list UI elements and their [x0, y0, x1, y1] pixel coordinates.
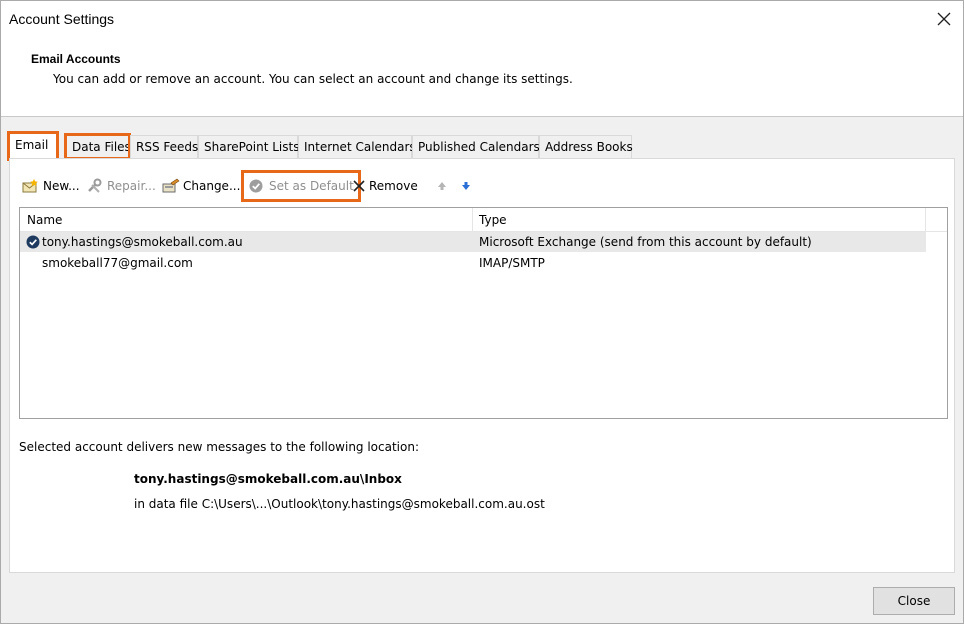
close-button[interactable]: Close	[873, 587, 955, 615]
set-as-default-button[interactable]: Set as Default	[241, 170, 361, 202]
email-tab-panel: New... Repair... Change... Set as Defaul…	[9, 158, 955, 573]
move-up-icon[interactable]	[436, 175, 448, 197]
tab-email[interactable]: Email	[7, 131, 59, 161]
account-settings-dialog: Account Settings Email Accounts You can …	[0, 0, 964, 624]
tab-address-books[interactable]: Address Books	[539, 135, 633, 158]
default-account-check-icon	[26, 235, 40, 249]
account-name: smokeball77@gmail.com	[42, 256, 193, 270]
change-settings-icon	[162, 178, 180, 194]
column-header-type[interactable]: Type	[479, 213, 507, 227]
delivery-data-file: in data file C:\Users\...\Outlook\tony.h…	[134, 497, 545, 511]
header-description: You can add or remove an account. You ca…	[53, 72, 573, 86]
title-bar: Account Settings	[1, 1, 963, 39]
move-down-icon[interactable]	[460, 175, 472, 197]
account-row[interactable]: smokeball77@gmail.com IMAP/SMTP	[20, 253, 926, 273]
tab-rss-feeds[interactable]: RSS Feeds	[130, 135, 198, 158]
repair-button[interactable]: Repair...	[86, 175, 156, 197]
close-button-label: Close	[897, 594, 931, 608]
accounts-list: Name Type tony.hastings@smokeball.com.au…	[19, 207, 948, 419]
header-title: Email Accounts	[31, 52, 121, 66]
tab-data-files[interactable]: Data Files	[64, 133, 131, 160]
list-header: Name Type	[20, 208, 947, 232]
account-type: IMAP/SMTP	[479, 256, 545, 270]
remove-x-icon	[352, 178, 366, 194]
account-type: Microsoft Exchange (send from this accou…	[479, 235, 812, 249]
tab-sharepoint-lists[interactable]: SharePoint Lists	[198, 135, 299, 158]
account-row[interactable]: tony.hastings@smokeball.com.au Microsoft…	[20, 232, 926, 252]
delivery-folder: tony.hastings@smokeball.com.au\Inbox	[134, 472, 402, 486]
set-as-default-label: Set as Default	[269, 179, 354, 193]
window-title: Account Settings	[9, 11, 115, 27]
new-account-label: New...	[43, 179, 80, 193]
new-mail-icon	[22, 178, 40, 194]
column-header-name[interactable]: Name	[27, 213, 62, 227]
repair-label: Repair...	[107, 179, 156, 193]
change-button[interactable]: Change...	[162, 175, 240, 197]
column-divider[interactable]	[472, 208, 473, 232]
account-toolbar: New... Repair... Change... Set as Defaul…	[20, 170, 920, 202]
remove-label: Remove	[369, 179, 418, 193]
wrench-icon	[86, 178, 104, 194]
account-name: tony.hastings@smokeball.com.au	[42, 235, 243, 249]
default-check-icon	[248, 178, 266, 194]
header-panel: Email Accounts You can add or remove an …	[1, 39, 963, 117]
delivery-location-label: Selected account delivers new messages t…	[19, 440, 420, 454]
close-icon[interactable]	[933, 8, 955, 30]
column-divider[interactable]	[925, 208, 926, 232]
tab-published-calendars[interactable]: Published Calendars	[412, 135, 540, 158]
new-account-button[interactable]: New...	[22, 175, 80, 197]
tab-internet-calendars[interactable]: Internet Calendars	[298, 135, 416, 158]
remove-button[interactable]: Remove	[352, 175, 418, 197]
change-label: Change...	[183, 179, 241, 193]
